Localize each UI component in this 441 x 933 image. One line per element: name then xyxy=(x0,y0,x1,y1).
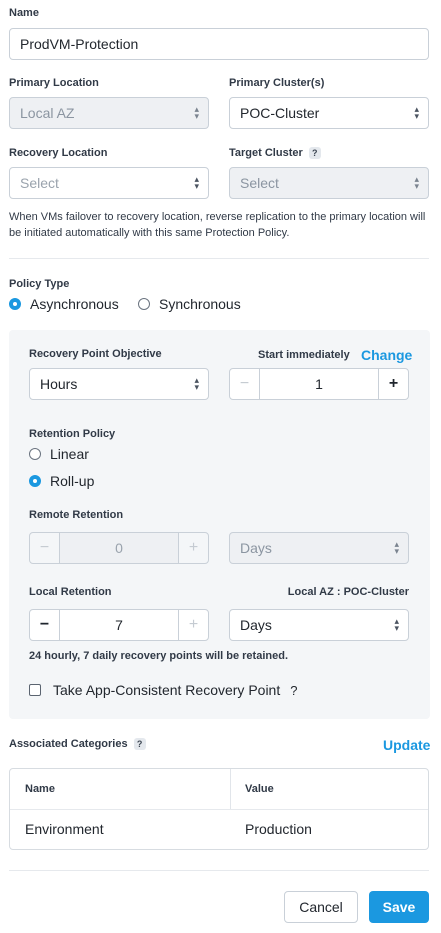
radio-checked-icon xyxy=(9,298,21,310)
rpo-label: Recovery Point Objective xyxy=(29,348,162,360)
local-retention-label: Local Retention xyxy=(29,586,112,598)
select-caret-icon: ▴ ▾ xyxy=(414,174,419,191)
local-retention-value[interactable]: 7 xyxy=(59,610,179,640)
radio-unchecked-icon xyxy=(29,448,41,460)
primary-location-select[interactable]: Local AZ ▴ ▾ xyxy=(9,97,209,129)
rpo-stepper[interactable]: − 1 + xyxy=(229,368,409,400)
save-button[interactable]: Save xyxy=(369,891,429,923)
select-caret-icon: ▴ ▾ xyxy=(394,616,399,633)
recovery-location-value: Select xyxy=(20,175,59,191)
primary-cluster-label: Primary Cluster(s) xyxy=(229,77,325,89)
primary-location-label: Primary Location xyxy=(9,77,99,89)
select-caret-icon: ▴ ▾ xyxy=(414,104,419,121)
increment-button[interactable]: + xyxy=(179,610,208,640)
footer-divider xyxy=(9,870,429,871)
recovery-location-label: Recovery Location xyxy=(9,147,108,159)
column-divider xyxy=(230,769,231,809)
radio-synchronous[interactable]: Synchronous xyxy=(138,296,241,312)
retention-policy-label: Retention Policy xyxy=(29,428,116,440)
select-caret-icon: ▴ ▾ xyxy=(194,104,199,121)
retention-summary: 24 hourly, 7 daily recovery points will … xyxy=(29,650,288,662)
target-cluster-value: Select xyxy=(240,175,279,191)
column-header-name: Name xyxy=(25,783,55,795)
decrement-button[interactable]: − xyxy=(30,610,59,640)
increment-button[interactable]: + xyxy=(179,533,208,563)
decrement-button[interactable]: − xyxy=(230,369,259,399)
radio-linear[interactable]: Linear xyxy=(29,446,89,462)
categories-table: Name Value Environment Production xyxy=(9,768,429,850)
select-caret-icon: ▴ ▾ xyxy=(394,539,399,556)
start-immediately-label: Start immediately xyxy=(258,349,350,361)
rpo-value[interactable]: 1 xyxy=(259,369,379,399)
help-icon[interactable]: ? xyxy=(308,147,321,160)
decrement-button[interactable]: − xyxy=(30,533,59,563)
remote-retention-unit-select[interactable]: Days ▴ ▾ xyxy=(229,532,409,564)
local-retention-location: Local AZ : POC-Cluster xyxy=(287,586,409,598)
primary-location-value: Local AZ xyxy=(20,105,75,121)
target-cluster-select[interactable]: Select ▴ ▾ xyxy=(229,167,429,199)
change-link[interactable]: Change xyxy=(361,347,412,363)
divider xyxy=(9,258,429,259)
remote-retention-label: Remote Retention xyxy=(29,509,124,521)
select-caret-icon: ▴ ▾ xyxy=(194,174,199,191)
radio-checked-icon xyxy=(29,475,41,487)
rpo-unit-select[interactable]: Hours ▴ ▾ xyxy=(29,368,209,400)
help-icon[interactable]: ? xyxy=(133,738,146,751)
rpo-unit-value: Hours xyxy=(40,376,78,392)
table-cell-name: Environment xyxy=(25,821,104,837)
remote-retention-value[interactable]: 0 xyxy=(59,533,179,563)
radio-asynchronous[interactable]: Asynchronous xyxy=(9,296,119,312)
cancel-button[interactable]: Cancel xyxy=(284,891,358,923)
recovery-location-select[interactable]: Select ▴ ▾ xyxy=(9,167,209,199)
table-cell-value: Production xyxy=(245,821,312,837)
help-icon[interactable]: ? xyxy=(290,683,297,698)
local-retention-stepper[interactable]: − 7 + xyxy=(29,609,209,641)
name-input[interactable]: ProdVM-Protection xyxy=(9,28,429,60)
policy-type-label: Policy Type xyxy=(9,278,70,290)
update-link[interactable]: Update xyxy=(383,737,430,753)
radio-unchecked-icon xyxy=(138,298,150,310)
app-consistent-checkbox[interactable]: Take App-Consistent Recovery Point ? xyxy=(29,682,297,698)
failover-note: When VMs failover to recovery location, … xyxy=(9,211,426,239)
primary-cluster-select[interactable]: POC-Cluster ▴ ▾ xyxy=(229,97,429,129)
radio-roll-up[interactable]: Roll-up xyxy=(29,473,94,489)
remote-retention-stepper[interactable]: − 0 + xyxy=(29,532,209,564)
categories-label: Associated Categories? xyxy=(9,738,146,751)
local-retention-unit-select[interactable]: Days ▴ ▾ xyxy=(229,609,409,641)
checkbox-icon xyxy=(29,684,41,696)
primary-cluster-value: POC-Cluster xyxy=(240,105,320,121)
name-label: Name xyxy=(9,7,39,19)
remote-retention-unit: Days xyxy=(240,540,272,556)
column-header-value: Value xyxy=(245,783,274,795)
target-cluster-label: Target Cluster? xyxy=(229,147,321,160)
select-caret-icon: ▴ ▾ xyxy=(194,375,199,392)
increment-button[interactable]: + xyxy=(379,369,408,399)
local-retention-unit: Days xyxy=(240,617,272,633)
